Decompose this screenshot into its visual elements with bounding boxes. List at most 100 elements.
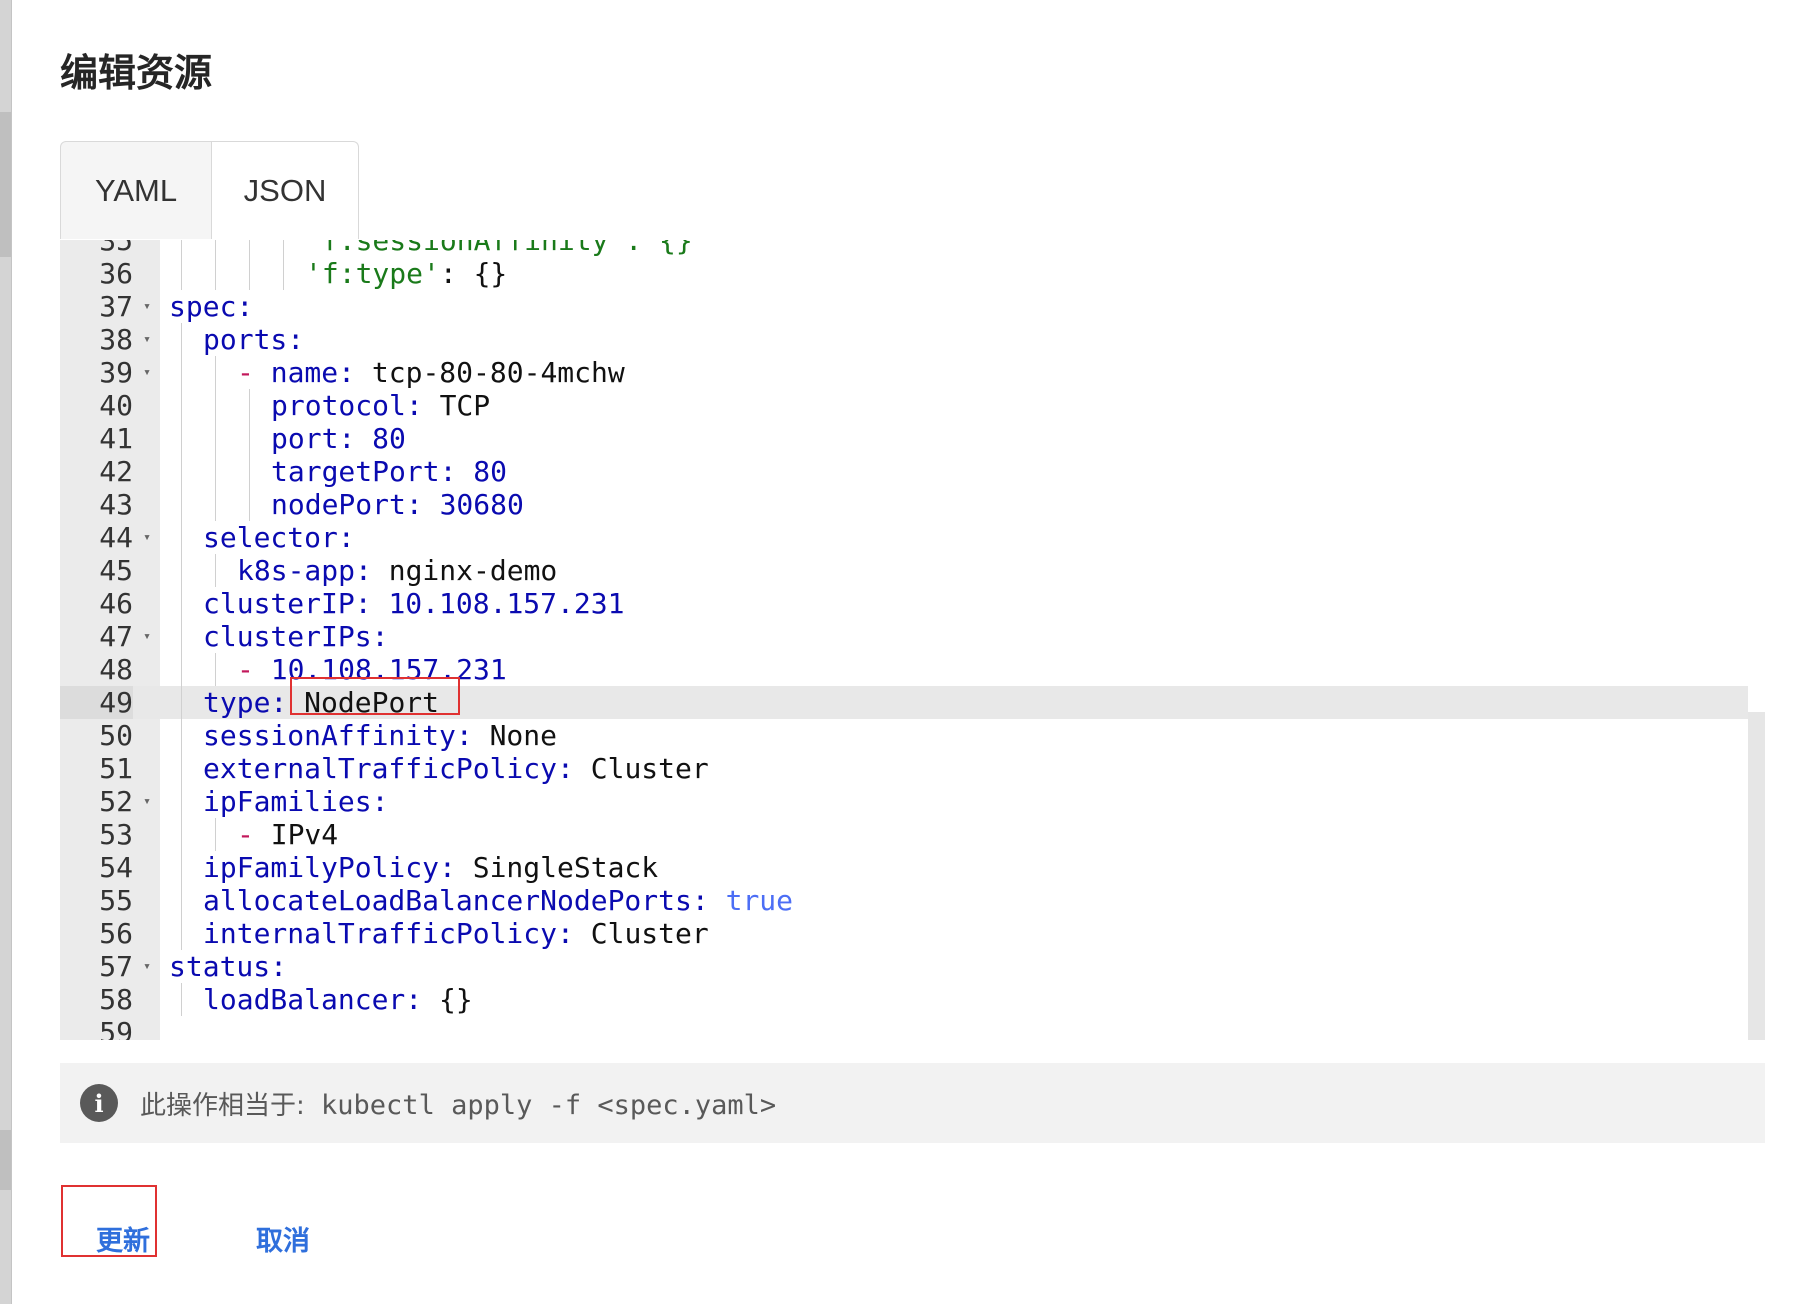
- code-token: port:: [271, 422, 373, 455]
- line-number: 47: [99, 620, 133, 653]
- code-line-54[interactable]: 54 ipFamilyPolicy: SingleStack: [60, 851, 1748, 884]
- line-number: 53: [99, 818, 133, 851]
- tab-json[interactable]: JSON: [212, 141, 359, 239]
- indent-guide: [181, 851, 182, 884]
- fold-arrow-icon[interactable]: ▾: [140, 620, 154, 653]
- code-line-40[interactable]: 40 protocol: TCP: [60, 389, 1748, 422]
- editor-scrollbar[interactable]: [1748, 712, 1765, 1040]
- code-token: true: [725, 884, 794, 917]
- fold-arrow-icon[interactable]: ▾: [140, 290, 154, 323]
- indent-guide: [249, 422, 250, 455]
- line-number: 54: [99, 851, 133, 884]
- code-line-52[interactable]: 52 ▾ ipFamilies:: [60, 785, 1748, 818]
- code-token: name:: [270, 356, 372, 389]
- code-line-50[interactable]: 50 sessionAffinity: None: [60, 719, 1748, 752]
- update-button[interactable]: 更新: [96, 1219, 150, 1258]
- indent-guide: [181, 257, 182, 290]
- code-line-42[interactable]: 42 targetPort: 80: [60, 455, 1748, 488]
- line-number: 51: [99, 752, 133, 785]
- code-line-59[interactable]: 59: [60, 1016, 1748, 1040]
- line-number: 50: [99, 719, 133, 752]
- code-text: k8s-app: nginx-demo: [237, 554, 557, 587]
- line-number: 37: [99, 290, 133, 323]
- line-number: 57: [99, 950, 133, 983]
- code-line-41[interactable]: 41 port: 80: [60, 422, 1748, 455]
- fold-arrow-icon[interactable]: ▾: [140, 356, 154, 389]
- code-line-46[interactable]: 46 clusterIP: 10.108.157.231: [60, 587, 1748, 620]
- code-token: tcp-80-80-4mchw: [371, 356, 625, 389]
- indent-guide: [181, 785, 182, 818]
- fold-arrow-icon[interactable]: ▾: [140, 950, 154, 983]
- info-command: kubectl apply -f <spec.yaml>: [321, 1089, 777, 1121]
- code-token: -: [237, 653, 271, 686]
- code-text: clusterIPs:: [203, 620, 388, 653]
- indent-guide: [181, 323, 182, 356]
- code-token: TCP: [439, 389, 491, 422]
- indent-guide: [249, 455, 250, 488]
- code-text: ipFamilies:: [203, 785, 388, 818]
- indent-guide: [181, 587, 182, 620]
- code-line-45[interactable]: 45 k8s-app: nginx-demo: [60, 554, 1748, 587]
- indent-guide: [181, 686, 182, 719]
- code-line-51[interactable]: 51 externalTrafficPolicy: Cluster: [60, 752, 1748, 785]
- code-line-43[interactable]: 43 nodePort: 30680: [60, 488, 1748, 521]
- code-token: 10.108.157.231: [388, 587, 625, 620]
- code-text: - IPv4: [237, 818, 338, 851]
- indent-guide: [181, 356, 182, 389]
- code-token: loadBalancer:: [203, 983, 440, 1016]
- code-token: 'f:type': [305, 257, 440, 290]
- code-line-53[interactable]: 53 - IPv4: [60, 818, 1748, 851]
- line-number: 41: [99, 422, 133, 455]
- code-line-35[interactable]: 35 'f:sessionAffinity': {}: [60, 240, 1748, 257]
- code-token: -: [237, 356, 271, 389]
- code-token: internalTrafficPolicy:: [203, 917, 591, 950]
- indent-guide: [215, 818, 216, 851]
- code-line-55[interactable]: 55 allocateLoadBalancerNodePorts: true: [60, 884, 1748, 917]
- code-line-57[interactable]: 57 ▾ status:: [60, 950, 1748, 983]
- code-token: IPv4: [270, 818, 339, 851]
- code-line-38[interactable]: 38 ▾ ports:: [60, 323, 1748, 356]
- code-token: 80: [372, 422, 406, 455]
- indent-guide: [283, 257, 284, 290]
- code-token: ipFamilyPolicy:: [203, 851, 473, 884]
- code-token: ipFamilies:: [203, 785, 389, 818]
- indent-guide: [215, 422, 216, 455]
- fold-arrow-icon[interactable]: ▾: [140, 323, 154, 356]
- edit-resource-dialog: 编辑资源 YAML JSON 35 'f:sessionAffinity': {}…: [0, 0, 1808, 1304]
- background-page-strip: [0, 0, 12, 1304]
- code-token: spec:: [169, 290, 254, 323]
- indent-guide: [181, 422, 182, 455]
- line-number: 56: [99, 917, 133, 950]
- code-text: protocol: TCP: [271, 389, 490, 422]
- line-number: 49: [60, 686, 133, 719]
- code-line-36[interactable]: 36 'f:type': {}: [60, 257, 1748, 290]
- nodeport-highlight-box: [290, 677, 460, 715]
- indent-guide: [249, 488, 250, 521]
- line-number: 43: [99, 488, 133, 521]
- line-number: 44: [99, 521, 133, 554]
- indent-guide: [215, 356, 216, 389]
- code-line-44[interactable]: 44 ▾ selector:: [60, 521, 1748, 554]
- code-text: spec:: [169, 290, 253, 323]
- fold-arrow-icon[interactable]: ▾: [140, 785, 154, 818]
- fold-arrow-icon[interactable]: ▾: [140, 521, 154, 554]
- code-token: 80: [473, 455, 508, 488]
- tab-yaml[interactable]: YAML: [60, 141, 212, 239]
- code-line-37[interactable]: 37 ▾ spec:: [60, 290, 1748, 323]
- code-token: 30680: [439, 488, 524, 521]
- line-number: 48: [99, 653, 133, 686]
- format-tabs: YAML JSON: [60, 141, 359, 240]
- line-number: 59: [99, 1016, 133, 1040]
- indent-guide: [249, 240, 250, 257]
- code-line-56[interactable]: 56 internalTrafficPolicy: Cluster: [60, 917, 1748, 950]
- code-token: nginx-demo: [388, 554, 558, 587]
- indent-guide: [249, 257, 250, 290]
- code-text: 'f:type': {}: [305, 257, 507, 290]
- cancel-button[interactable]: 取消: [256, 1219, 310, 1258]
- yaml-code-editor[interactable]: 35'f:sessionAffinity': {} 36'f:type': {} 3…: [60, 240, 1765, 1040]
- code-line-39[interactable]: 39 ▾ - name: tcp-80-80-4mchw: [60, 356, 1748, 389]
- code-text: externalTrafficPolicy: Cluster: [203, 752, 709, 785]
- code-line-47[interactable]: 47 ▾ clusterIPs:: [60, 620, 1748, 653]
- code-line-58[interactable]: 58 loadBalancer: {}: [60, 983, 1748, 1016]
- line-number: 36: [99, 257, 133, 290]
